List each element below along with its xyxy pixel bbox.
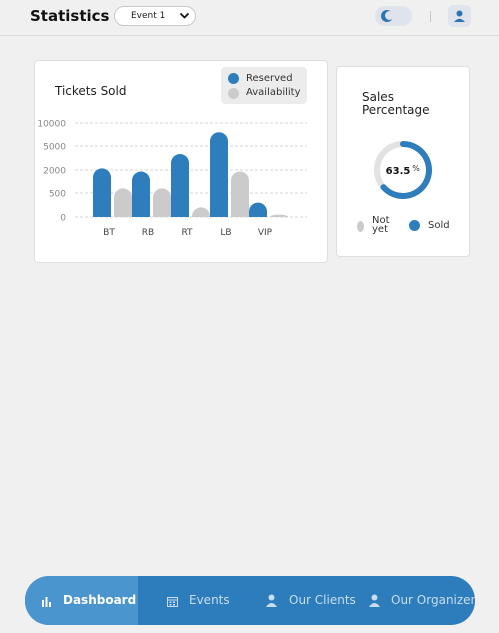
bar-reserved-bt <box>93 168 111 217</box>
nav-dashboard-label: Dashboard <box>63 593 137 607</box>
nav-our-clients-label: Our Clients <box>289 593 356 607</box>
legend-not-yet-swatch <box>357 221 364 232</box>
y-tick-label: 5000 <box>43 143 66 153</box>
x-tick-label: VIP <box>258 228 273 238</box>
y-tick-label: 500 <box>49 190 66 200</box>
sales-percentage-card: Sales Percentage 63.5 % Not yet Sold <box>336 66 470 257</box>
legend-sold-label: Sold <box>428 220 450 231</box>
nav-our-organizers-label: Our Organizers <box>391 593 475 607</box>
y-tick-label: 2000 <box>43 167 66 177</box>
bar-availability-bt <box>114 188 132 217</box>
bar-availability-lb <box>231 171 249 217</box>
event-select-value: Event 1 <box>131 11 166 21</box>
event-select[interactable]: Event 1 <box>114 6 196 26</box>
bar-availability-rb <box>153 188 171 217</box>
chevron-down-icon <box>180 13 189 19</box>
nav-dashboard[interactable]: Dashboard <box>25 576 138 625</box>
legend-sold-swatch <box>409 220 420 231</box>
bar-reserved-lb <box>210 132 228 217</box>
bar-reserved-rt <box>171 154 189 217</box>
x-tick-label: RB <box>142 228 154 238</box>
theme-toggle[interactable] <box>375 6 412 26</box>
x-tick-label: BT <box>103 228 115 238</box>
bar-availability-rt <box>192 207 210 217</box>
bar-reserved-vip <box>249 202 267 217</box>
x-tick-label: LB <box>220 228 231 238</box>
bar-chart-icon <box>42 597 51 607</box>
donut-unit: % <box>412 164 420 173</box>
divider <box>430 11 431 22</box>
legend-not-yet-label-line2: yet <box>372 224 388 235</box>
tickets-sold-card: Tickets Sold Reserved Availability 10000… <box>34 60 328 263</box>
person-icon <box>369 594 380 607</box>
bar-reserved-rb <box>132 171 150 217</box>
page-title: Statistics <box>30 7 110 25</box>
nav-events[interactable]: Events <box>138 576 248 625</box>
bar-availability-vip <box>270 214 288 217</box>
nav-our-clients[interactable]: Our Clients <box>248 576 357 625</box>
top-bar: Statistics Event 1 <box>0 0 499 36</box>
person-icon <box>266 594 277 607</box>
user-icon <box>454 10 465 22</box>
moon-icon <box>381 10 394 22</box>
calendar-icon <box>167 597 178 607</box>
x-tick-label: RT <box>181 228 193 238</box>
profile-button[interactable] <box>448 5 471 27</box>
bottom-navbar: Dashboard Events Our Clients Our Organiz… <box>25 576 475 625</box>
nav-events-label: Events <box>189 593 230 607</box>
y-tick-label: 10000 <box>37 120 66 130</box>
tickets-bar-chart: 10000500020005000BT RB RT LB VIP <box>37 120 307 238</box>
y-tick-label: 0 <box>60 214 66 224</box>
nav-our-organizers[interactable]: Our Organizers <box>357 576 475 625</box>
donut-value: 63.5 <box>386 166 411 177</box>
